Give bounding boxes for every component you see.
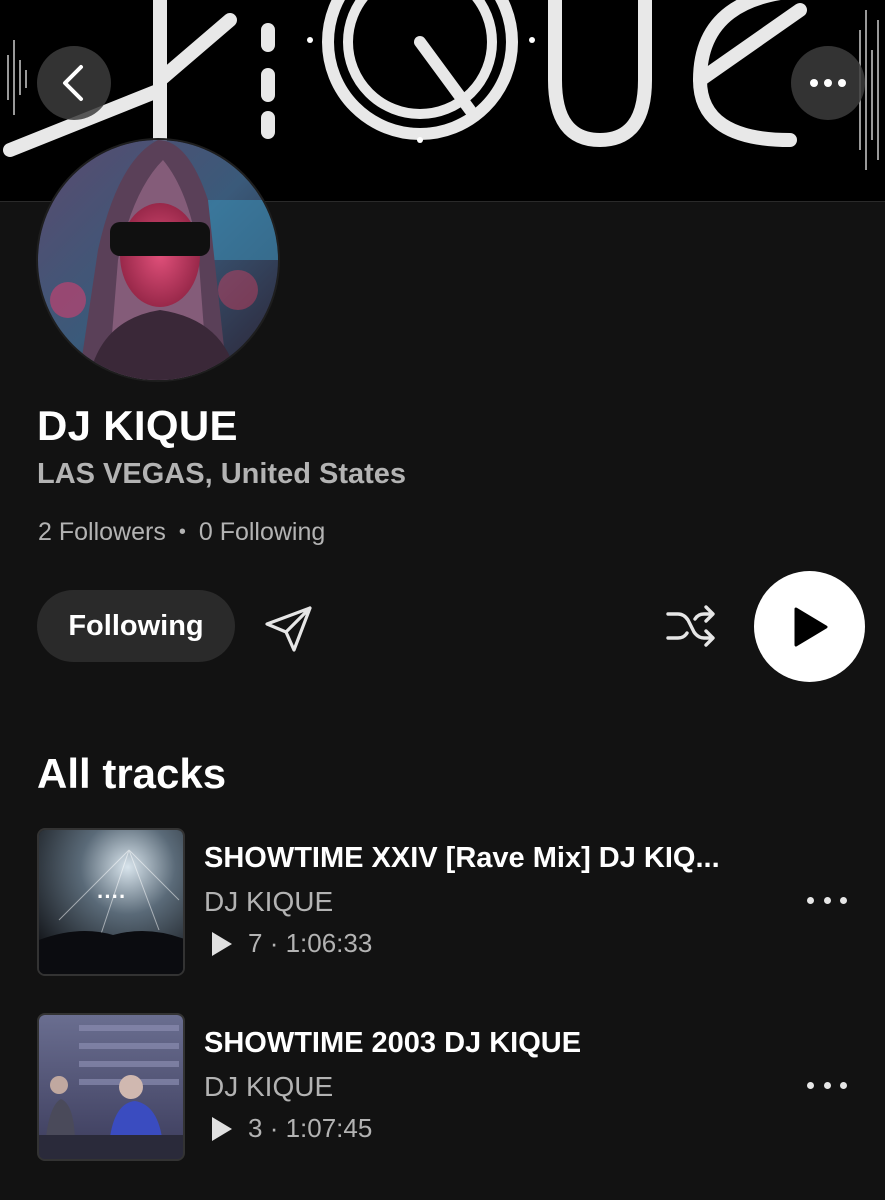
more-options-button[interactable]	[791, 46, 865, 120]
play-count-icon	[212, 931, 232, 956]
track-item[interactable]: ···· SHOWTIME XXIV [Rave Mix] DJ KIQ... …	[37, 828, 857, 976]
meta-separator: ·	[262, 1113, 286, 1143]
track-meta: 7 · 1:06:33	[212, 928, 372, 959]
track-duration: 1:07:45	[285, 1113, 373, 1143]
back-button[interactable]	[37, 46, 111, 120]
meta-separator: ·	[262, 928, 286, 958]
chevron-left-icon	[63, 65, 83, 101]
track-meta: 3 · 1:07:45	[212, 1113, 372, 1144]
avatar	[36, 138, 280, 382]
stats-separator: •	[178, 521, 186, 543]
track-artwork-overlay: ····	[97, 884, 127, 909]
track-item[interactable]: SHOWTIME 2003 DJ KIQUE DJ KIQUE 3 · 1:07…	[37, 1013, 857, 1161]
track-play-count: 7	[248, 928, 263, 958]
section-title-all-tracks: All tracks	[37, 750, 227, 797]
shuffle-icon	[666, 605, 715, 647]
play-count-icon	[212, 1116, 232, 1141]
following-button[interactable]: Following	[37, 590, 235, 662]
play-icon	[794, 607, 827, 646]
track-artist[interactable]: DJ KIQUE	[204, 1071, 333, 1103]
shuffle-button[interactable]	[664, 602, 718, 650]
track-artist[interactable]: DJ KIQUE	[204, 886, 333, 918]
send-icon	[265, 606, 312, 652]
followers-count[interactable]: 2 Followers	[38, 518, 166, 547]
more-horizontal-icon	[810, 79, 846, 87]
track-title: SHOWTIME XXIV [Rave Mix] DJ KIQ...	[204, 842, 720, 874]
play-all-button[interactable]	[754, 571, 865, 682]
track-more-button[interactable]	[807, 890, 847, 910]
track-more-button[interactable]	[807, 1075, 847, 1095]
track-artwork	[37, 1013, 185, 1161]
profile-name: DJ KIQUE	[37, 402, 238, 449]
more-horizontal-icon	[807, 896, 814, 904]
profile-location: LAS VEGAS, United States	[37, 458, 407, 490]
more-horizontal-icon	[807, 1081, 814, 1089]
track-artwork: ····	[37, 828, 185, 976]
follow-stats: 2 Followers • 0 Following	[38, 518, 325, 547]
track-play-count: 3	[248, 1113, 263, 1143]
track-duration: 1:06:33	[285, 928, 373, 958]
track-title: SHOWTIME 2003 DJ KIQUE	[204, 1027, 582, 1059]
following-count[interactable]: 0 Following	[199, 518, 325, 547]
share-button[interactable]	[262, 602, 316, 656]
